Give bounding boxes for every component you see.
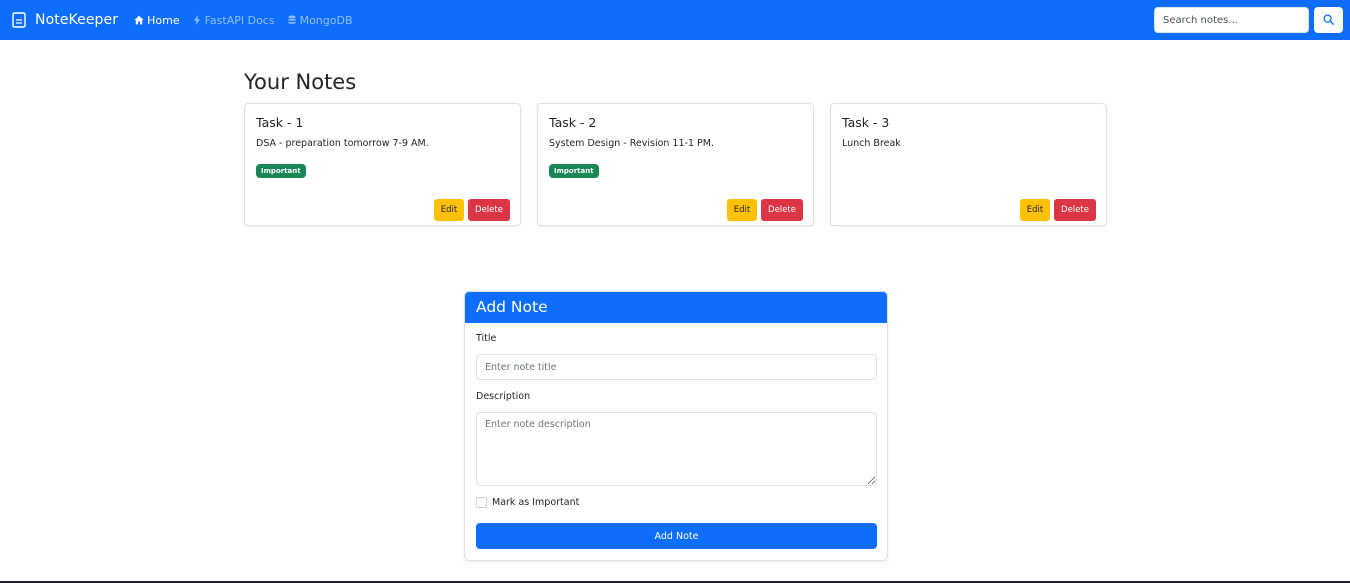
brand-link[interactable]: NoteKeeper [12, 12, 118, 28]
edit-button[interactable]: Edit [434, 199, 464, 221]
note-card: Task - 3 Lunch Break Edit Delete [830, 103, 1107, 226]
add-note-form: Add Note Title Description Mark as Impor… [464, 291, 888, 561]
description-label: Description [476, 391, 531, 402]
nav-link-label: Home [147, 13, 180, 27]
delete-button[interactable]: Delete [761, 199, 803, 221]
search-button[interactable] [1314, 7, 1343, 33]
page-title: Your Notes [244, 70, 357, 94]
important-checkbox[interactable] [476, 497, 487, 508]
journal-icon [12, 12, 26, 28]
nav-links: Home FastAPI Docs MongoDB [134, 14, 364, 27]
navbar: NoteKeeper Home FastAPI Docs MongoDB [0, 0, 1350, 40]
important-checkbox-label[interactable]: Mark as Important [492, 497, 579, 508]
form-header: Add Note [465, 292, 887, 323]
edit-button[interactable]: Edit [1020, 199, 1050, 221]
nav-link-mongodb[interactable]: MongoDB [287, 14, 353, 27]
note-title: Task - 3 [842, 115, 890, 130]
add-note-button[interactable]: Add Note [476, 523, 877, 549]
edit-button[interactable]: Edit [727, 199, 757, 221]
important-check-row: Mark as Important [476, 497, 579, 508]
note-title: Task - 2 [549, 115, 597, 130]
nav-link-label: FastAPI Docs [204, 13, 275, 27]
note-card: Task - 2 System Design - Revision 11-1 P… [537, 103, 814, 226]
note-description: System Design - Revision 11-1 PM. [549, 138, 714, 149]
house-icon [134, 15, 144, 25]
lightning-icon [192, 15, 202, 25]
delete-button[interactable]: Delete [1054, 199, 1096, 221]
nav-link-home[interactable]: Home [134, 13, 180, 27]
search-icon [1323, 13, 1334, 28]
note-description: Lunch Break [842, 138, 901, 149]
nav-link-fastapi-docs[interactable]: FastAPI Docs [192, 14, 275, 27]
nav-link-label: MongoDB [299, 13, 353, 27]
note-card: Task - 1 DSA - preparation tomorrow 7-9 … [244, 103, 521, 226]
title-label: Title [476, 333, 497, 344]
important-badge: Important [549, 164, 599, 178]
title-input[interactable] [476, 354, 877, 380]
search-input[interactable] [1154, 7, 1309, 33]
description-textarea[interactable] [476, 412, 877, 486]
important-badge: Important [256, 164, 306, 178]
note-title: Task - 1 [256, 115, 304, 130]
search-form [1154, 7, 1343, 33]
delete-button[interactable]: Delete [468, 199, 510, 221]
brand-name: NoteKeeper [35, 12, 119, 28]
database-icon [287, 15, 297, 25]
note-description: DSA - preparation tomorrow 7-9 AM. [256, 138, 429, 149]
